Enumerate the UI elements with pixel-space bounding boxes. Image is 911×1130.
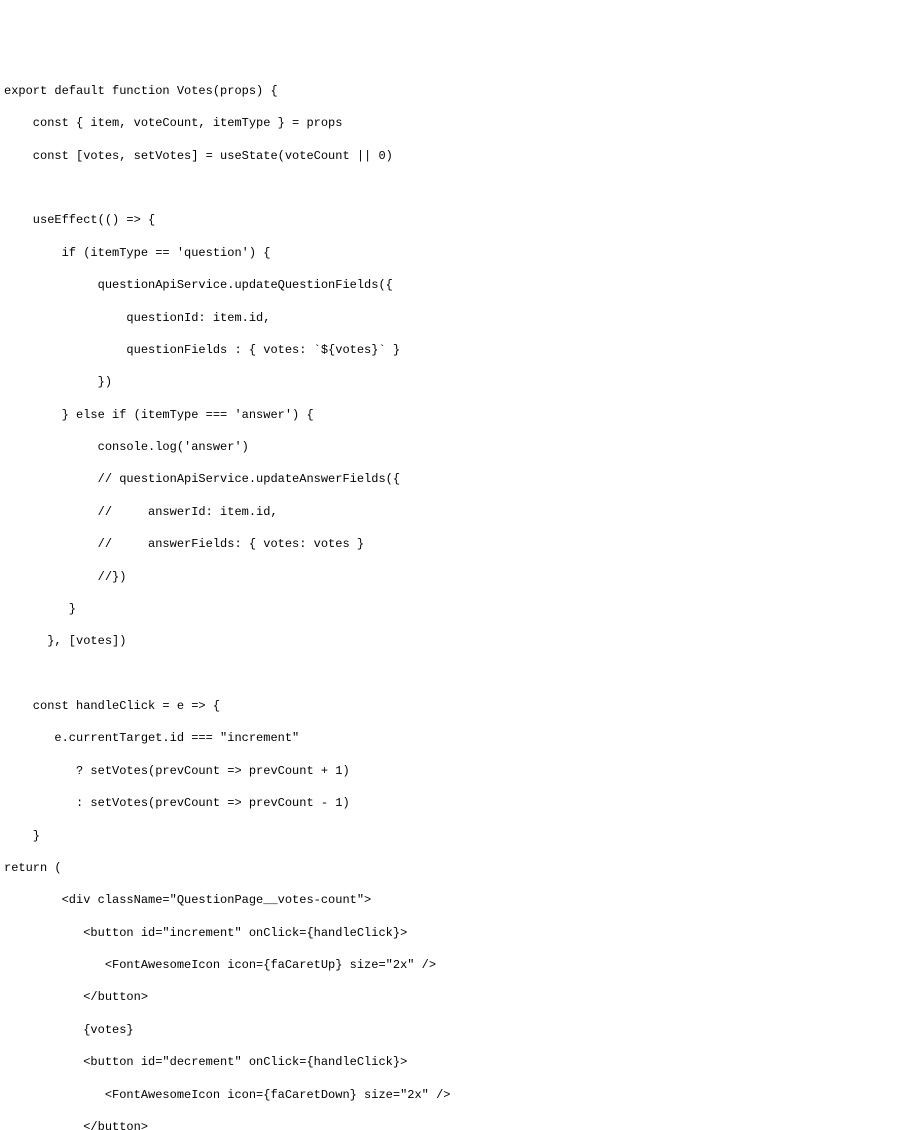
- code-line[interactable]: <button id="increment" onClick={handleCl…: [4, 925, 907, 941]
- code-line[interactable]: const { item, voteCount, itemType } = pr…: [4, 115, 907, 131]
- code-line[interactable]: <button id="decrement" onClick={handleCl…: [4, 1054, 907, 1070]
- code-line[interactable]: {votes}: [4, 1022, 907, 1038]
- code-line[interactable]: if (itemType == 'question') {: [4, 245, 907, 261]
- code-line[interactable]: }: [4, 601, 907, 617]
- code-line[interactable]: }, [votes]): [4, 633, 907, 649]
- code-line[interactable]: const handleClick = e => {: [4, 698, 907, 714]
- code-line[interactable]: : setVotes(prevCount => prevCount - 1): [4, 795, 907, 811]
- code-line[interactable]: </button>: [4, 1119, 907, 1130]
- code-line[interactable]: <div className="QuestionPage__votes-coun…: [4, 892, 907, 908]
- code-line[interactable]: questionFields : { votes: `${votes}` }: [4, 342, 907, 358]
- code-line[interactable]: }): [4, 374, 907, 390]
- code-line[interactable]: [4, 180, 907, 196]
- code-line[interactable]: // questionApiService.updateAnswerFields…: [4, 471, 907, 487]
- code-line[interactable]: questionApiService.updateQuestionFields(…: [4, 277, 907, 293]
- code-line[interactable]: [4, 666, 907, 682]
- code-line[interactable]: e.currentTarget.id === "increment": [4, 730, 907, 746]
- code-line[interactable]: } else if (itemType === 'answer') {: [4, 407, 907, 423]
- code-line[interactable]: // answerFields: { votes: votes }: [4, 536, 907, 552]
- code-line[interactable]: console.log('answer'): [4, 439, 907, 455]
- code-line[interactable]: // answerId: item.id,: [4, 504, 907, 520]
- code-line[interactable]: useEffect(() => {: [4, 212, 907, 228]
- code-line[interactable]: questionId: item.id,: [4, 310, 907, 326]
- code-line[interactable]: return (: [4, 860, 907, 876]
- code-line[interactable]: </button>: [4, 989, 907, 1005]
- code-line[interactable]: <FontAwesomeIcon icon={faCaretUp} size="…: [4, 957, 907, 973]
- code-line[interactable]: //}): [4, 569, 907, 585]
- code-editor[interactable]: export default function Votes(props) { c…: [4, 67, 907, 1130]
- code-line[interactable]: }: [4, 828, 907, 844]
- code-line[interactable]: export default function Votes(props) {: [4, 83, 907, 99]
- code-line[interactable]: <FontAwesomeIcon icon={faCaretDown} size…: [4, 1087, 907, 1103]
- code-line[interactable]: ? setVotes(prevCount => prevCount + 1): [4, 763, 907, 779]
- code-line[interactable]: const [votes, setVotes] = useState(voteC…: [4, 148, 907, 164]
